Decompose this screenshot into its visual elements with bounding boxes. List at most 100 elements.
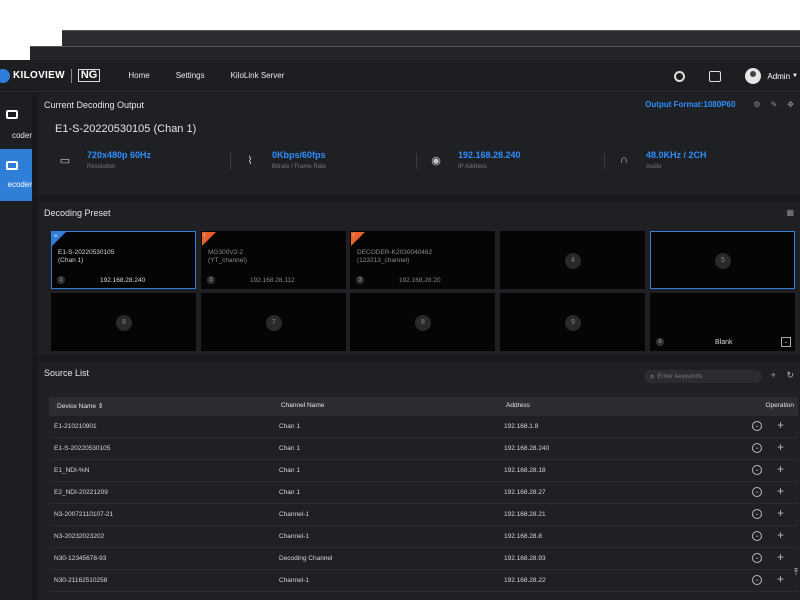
- output-format-link[interactable]: Output Format:1080P60: [645, 100, 735, 109]
- logo: KILOVIEW NG: [0, 60, 101, 92]
- stat-label: IP Address: [458, 164, 487, 170]
- table-row: N30-21162510258 Channel-1 192.168.28.22 …: [49, 570, 798, 592]
- cell-address: 192.168.28.240: [504, 445, 550, 452]
- preset-tile-8[interactable]: 8: [350, 293, 495, 351]
- avatar[interactable]: [745, 68, 762, 84]
- panel-title: Current Decoding Output: [44, 100, 145, 110]
- column-header-address: Address: [506, 402, 530, 409]
- device-title: E1-S-20220530105 (Chan 1): [55, 123, 197, 135]
- cell-device-name: E1-210210901: [54, 423, 97, 430]
- preview-icon[interactable]: ⌄: [752, 465, 762, 475]
- top-bar: KILOVIEW NG Home Settings KiloLink Serve…: [0, 60, 800, 92]
- preset-number: 3: [356, 276, 364, 284]
- preset-tile-7[interactable]: 7: [201, 293, 346, 351]
- add-icon[interactable]: +: [771, 370, 776, 380]
- cell-address: 192.168.28.18: [504, 467, 546, 474]
- table-row: E1_NDI-%N Chan 1 192.168.28.18 ⌄ +: [49, 460, 798, 482]
- scroll-to-top-icon[interactable]: ⤒: [794, 567, 798, 578]
- user-name[interactable]: Admin: [767, 72, 790, 81]
- upload-icon: [6, 161, 18, 170]
- top-right-tools: Admin ▼: [674, 60, 800, 92]
- current-output-panel: Current Decoding Output Output Format:10…: [38, 93, 800, 195]
- preset-tile-9[interactable]: 9: [500, 293, 645, 351]
- add-icon[interactable]: +: [777, 528, 784, 542]
- table-row: E1-S-20220530105 Chan 1 192.168.28.240 ⌄…: [49, 438, 798, 460]
- column-header-channel-name: Channel Name: [281, 402, 325, 409]
- cell-device-name: E1_NDI-%N: [54, 467, 90, 474]
- add-icon[interactable]: +: [777, 572, 784, 586]
- search-input[interactable]: [657, 373, 753, 380]
- sidebar-item-label: coder: [11, 131, 32, 140]
- preset-tile-blank[interactable]: 0 Blank ⌄: [650, 293, 795, 351]
- main-nav: Home Settings KiloLink Server: [128, 71, 310, 80]
- edit-icon[interactable]: ✎: [771, 100, 778, 109]
- preview-icon[interactable]: ⌄: [752, 553, 762, 563]
- logo-text: KILOVIEW: [13, 70, 65, 81]
- cell-device-name: N3-20072110107-21: [54, 511, 114, 518]
- source-tools: + ↻: [763, 370, 794, 381]
- move-icon[interactable]: ✥: [787, 100, 794, 109]
- stat-value: 0Kbps/60fps: [272, 150, 326, 160]
- table-row: E2_NDI-20221209 Chan 1 192.168.28.27 ⌄ +: [49, 482, 798, 504]
- warning-icon: !: [204, 233, 206, 239]
- add-icon[interactable]: +: [777, 506, 784, 520]
- cell-channel-name: Chan 1: [279, 423, 300, 430]
- add-icon[interactable]: +: [777, 484, 784, 498]
- cell-address: 192.168.28.8: [504, 533, 542, 540]
- preset-tile-4[interactable]: 4: [500, 231, 645, 289]
- preset-tile-5[interactable]: 5: [650, 231, 795, 289]
- cell-device-name: E2_NDI-20221209: [54, 489, 108, 496]
- gear-icon[interactable]: ⚙: [753, 100, 760, 109]
- refresh-icon[interactable]: ↻: [786, 370, 794, 380]
- sidebar-item-decoder[interactable]: ecoder: [0, 149, 32, 201]
- add-icon[interactable]: +: [777, 462, 784, 476]
- preset-tile-6[interactable]: 6: [51, 293, 196, 351]
- preset-tile-2[interactable]: ! MG300V2-2 (YT_channel) 2 192.168.28.112: [201, 231, 346, 289]
- preset-number: 9: [565, 315, 581, 331]
- cell-device-name: N3-20232023202: [54, 533, 105, 540]
- preset-tile-1[interactable]: ∞ E1-S-20220530105 (Chan 1) 1 192.168.28.…: [51, 231, 196, 289]
- add-icon[interactable]: +: [777, 418, 784, 432]
- main-content: Current Decoding Output Output Format:10…: [38, 93, 800, 600]
- logo-mark-icon: [0, 68, 10, 83]
- grid-icon[interactable]: ▦: [786, 208, 794, 217]
- divider: [230, 153, 231, 169]
- preset-number: 1: [57, 276, 65, 284]
- column-header-device-name[interactable]: Device Name ⇕: [57, 402, 103, 410]
- preview-icon[interactable]: ⌄: [752, 575, 762, 585]
- preview-icon[interactable]: ⌄: [752, 531, 762, 541]
- panel-tools: Output Format:1080P60 ⚙ ✎ ✥: [645, 100, 794, 109]
- nav-settings[interactable]: Settings: [176, 71, 205, 80]
- cell-channel-name: Decoding Channel: [279, 555, 333, 562]
- preset-number: 6: [116, 315, 132, 331]
- nav-home[interactable]: Home: [128, 71, 149, 80]
- warning-icon: !: [353, 233, 355, 239]
- nav-kilolink-server[interactable]: KiloLink Server: [231, 71, 285, 80]
- source-table: Device Name ⇕ Channel Name Address Opera…: [49, 397, 798, 592]
- camera-icon: [6, 110, 18, 119]
- preset-tile-3[interactable]: ! DECODER-K2030040462 (123213_channel) 3 …: [350, 231, 495, 289]
- cell-address: 192.168.28.93: [504, 555, 546, 562]
- table-row: N3-20232023202 Channel-1 192.168.28.8 ⌄ …: [49, 526, 798, 548]
- sort-icon: ⇕: [97, 403, 104, 410]
- preset-device-name: E1-S-20220530105 (Chan 1): [58, 249, 115, 264]
- sidebar-item-encoder[interactable]: coder: [0, 101, 32, 153]
- preset-ip: 192.168.28.112: [250, 277, 295, 284]
- preview-icon[interactable]: ⌄: [752, 421, 762, 431]
- panel-title: Decoding Preset: [44, 208, 111, 218]
- preview-icon[interactable]: ⌄: [752, 443, 762, 453]
- refresh-icon[interactable]: [674, 70, 686, 82]
- chevron-down-icon[interactable]: ▼: [792, 73, 798, 79]
- preset-number: 2: [207, 276, 215, 284]
- screen-icon[interactable]: [709, 70, 722, 82]
- divider: [604, 153, 605, 169]
- preview-icon[interactable]: ⌄: [752, 509, 762, 519]
- add-icon[interactable]: +: [777, 550, 784, 564]
- cell-channel-name: Chan 1: [279, 489, 300, 496]
- stat-label: Resolution: [87, 164, 116, 170]
- blank-label: Blank: [715, 339, 733, 346]
- add-icon[interactable]: +: [777, 440, 784, 454]
- blank-toggle-icon[interactable]: ⌄: [781, 337, 791, 347]
- preview-icon[interactable]: ⌄: [752, 487, 762, 497]
- table-header: Device Name ⇕ Channel Name Address Opera…: [49, 397, 798, 416]
